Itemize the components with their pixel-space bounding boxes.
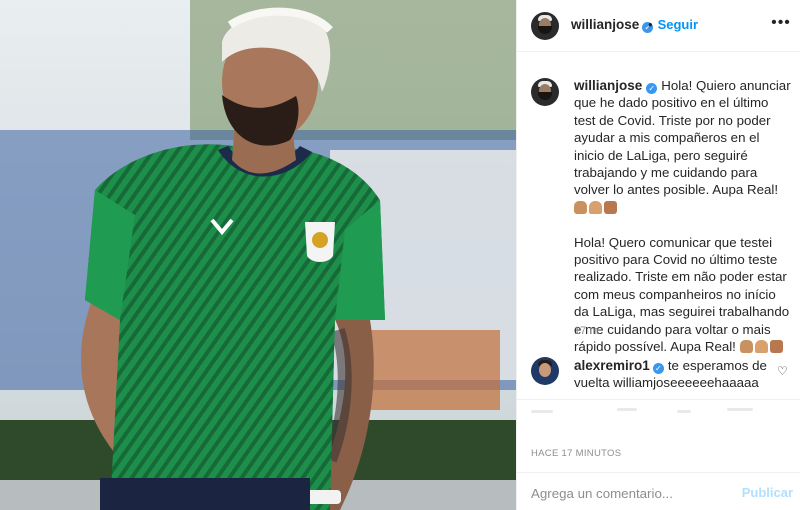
separator-dot: • [648,17,653,32]
commenter-verified-icon: ✓ [652,363,664,374]
divider [517,399,800,400]
more-options-icon[interactable]: ••• [769,12,793,36]
like-comment-heart-icon[interactable]: ♡ [777,365,789,377]
loading-placeholder [531,410,553,413]
loading-placeholder [727,408,753,411]
caption-timestamp[interactable]: 17 m [574,325,598,337]
commenter-avatar[interactable] [531,357,559,385]
caption-text: willianjose ✓ Hola! Quiero anunciar que he… [574,77,793,356]
author-avatar[interactable] [531,12,559,40]
raised-hands-icon [604,200,617,214]
post-photo[interactable] [0,0,516,510]
instagram-post-modal: willianjose ✓ • Seguir ••• willianjose ✓ Hol… [0,0,800,510]
loading-placeholder [617,408,637,411]
comment-input[interactable] [531,483,731,503]
publish-button[interactable]: Publicar [742,485,793,500]
add-comment-bar: Publicar [517,472,800,510]
post-sidebar: willianjose ✓ • Seguir ••• willianjose ✓ Hol… [516,0,800,510]
caption: willianjose ✓ Hola! Quiero anunciar que he… [531,77,793,356]
praying-hands-icon [754,340,768,354]
comment-text: alexremiro1 ✓ te esperamos de vuelta willi… [574,357,774,392]
comment-row: alexremiro1 ✓ te esperamos de vuelta willi… [531,357,793,392]
commenter-username[interactable]: alexremiro1 [574,358,650,373]
caption-verified-icon: ✓ [646,83,658,94]
caption-portuguese: Hola! Quero comunicar que testei positiv… [574,234,790,355]
follow-link[interactable]: • Seguir [648,17,698,32]
praying-hands-icon [589,200,602,214]
author-username[interactable]: willianjose [571,17,639,32]
follow-label[interactable]: Seguir [658,17,698,32]
loading-placeholder [677,410,691,413]
author-username-link[interactable]: willianjose ✓ [571,17,654,33]
caption-avatar[interactable] [531,78,559,106]
caption-spanish: Hola! Quiero anunciar que he dado positi… [574,78,791,198]
flexed-biceps-icon [739,340,753,354]
caption-username[interactable]: willianjose [574,78,642,93]
raised-hands-icon [769,340,783,354]
post-header: willianjose ✓ • Seguir ••• [517,0,800,52]
flexed-biceps-icon [574,200,587,214]
post-time-ago[interactable]: HACE 17 MINUTOS [531,448,621,459]
comments-panel[interactable]: willianjose ✓ Hola! Quiero anunciar que he… [517,53,800,398]
player-photo-illustration [0,0,516,510]
